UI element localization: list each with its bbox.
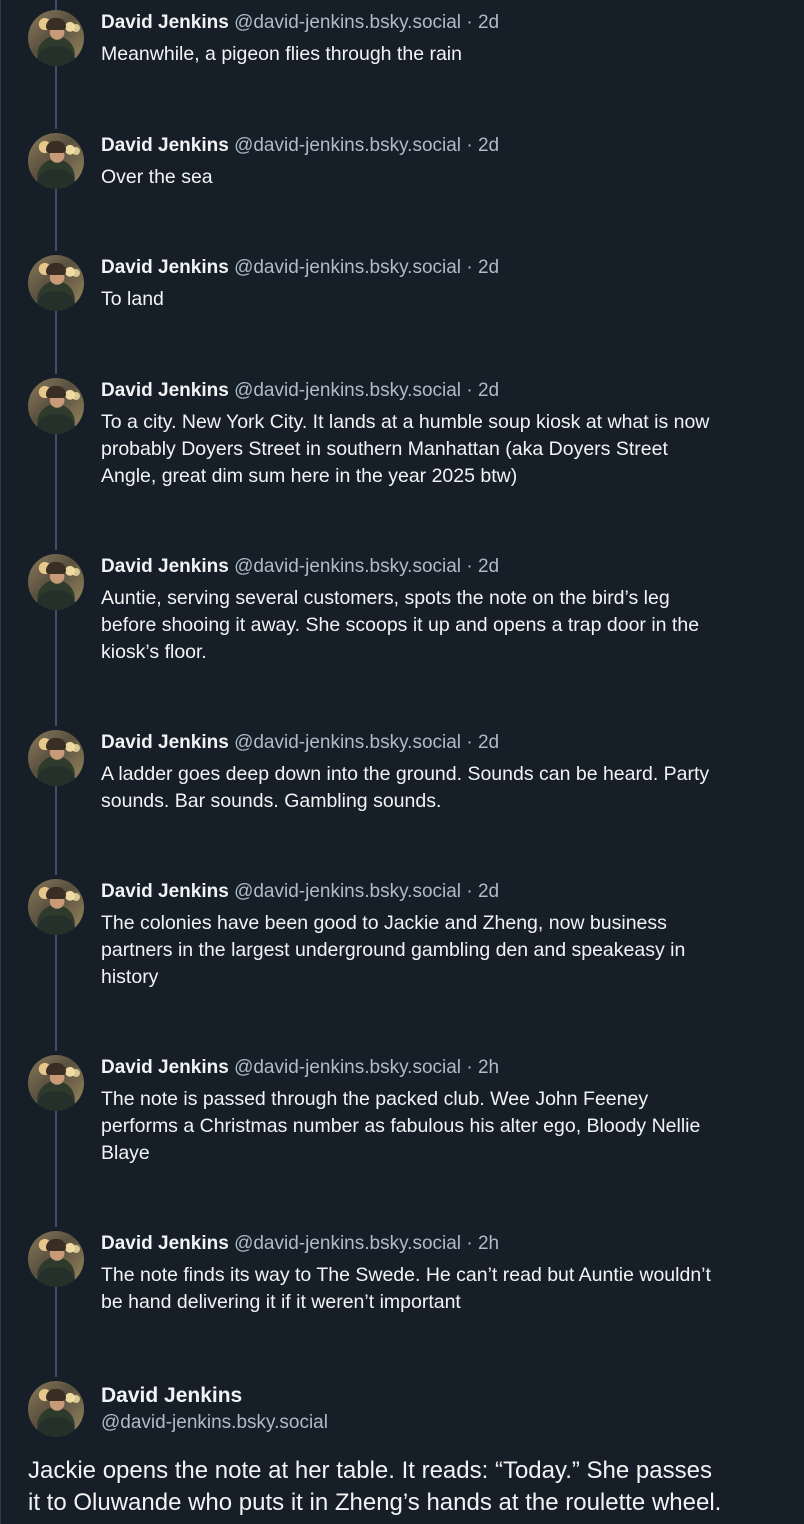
- author-handle[interactable]: @david-jenkins.bsky.social: [234, 135, 461, 156]
- separator-dot: ·: [466, 135, 473, 156]
- author-handle[interactable]: @david-jenkins.bsky.social: [234, 380, 461, 401]
- post-timestamp[interactable]: 2h: [478, 1057, 499, 1078]
- author-handle[interactable]: @david-jenkins.bsky.social: [101, 1411, 328, 1435]
- post-header: David Jenkins @david-jenkins.bsky.social…: [101, 880, 499, 904]
- thread-connector-line: [55, 1287, 57, 1377]
- post-text: Auntie, serving several customers, spots…: [101, 587, 700, 663]
- separator-dot: ·: [466, 881, 473, 902]
- post-header: David Jenkins @david-jenkins.bsky.social…: [101, 555, 499, 579]
- author-handle[interactable]: @david-jenkins.bsky.social: [234, 257, 461, 278]
- post-header: David Jenkins @david-jenkins.bsky.social…: [101, 1232, 499, 1256]
- avatar[interactable]: [28, 730, 84, 786]
- post-text: To land: [101, 288, 164, 310]
- author-name[interactable]: David Jenkins: [101, 12, 229, 33]
- thread-connector-line: [55, 434, 57, 550]
- post-text: The colonies have been good to Jackie an…: [101, 912, 686, 988]
- thread-connector-line: [55, 610, 57, 726]
- avatar[interactable]: [28, 133, 84, 189]
- thread-connector-line: [55, 189, 57, 251]
- separator-dot: ·: [466, 1057, 473, 1078]
- thread-connector-line: [55, 935, 57, 1051]
- post-text: Meanwhile, a pigeon flies through the ra…: [101, 43, 462, 65]
- separator-dot: ·: [466, 380, 473, 401]
- post-header: David Jenkins @david-jenkins.bsky.social…: [101, 1056, 499, 1080]
- author-name[interactable]: David Jenkins: [101, 135, 229, 156]
- author-name[interactable]: David Jenkins: [101, 881, 229, 902]
- author-handle[interactable]: @david-jenkins.bsky.social: [234, 12, 461, 33]
- post-thread: David Jenkins @david-jenkins.bsky.social…: [0, 0, 804, 1524]
- post-header: David Jenkins @david-jenkins.bsky.social…: [101, 731, 499, 755]
- post-timestamp[interactable]: 2d: [478, 881, 499, 902]
- post-text: The note finds its way to The Swede. He …: [101, 1264, 711, 1313]
- post-timestamp[interactable]: 2d: [478, 257, 499, 278]
- thread-connector-line: [55, 66, 57, 129]
- thread-connector-line: [55, 311, 57, 374]
- post-timestamp[interactable]: 2h: [478, 1233, 499, 1254]
- post-timestamp[interactable]: 2d: [478, 135, 499, 156]
- post-text: The note is passed through the packed cl…: [101, 1088, 701, 1164]
- post-timestamp[interactable]: 2d: [478, 12, 499, 33]
- avatar[interactable]: [28, 378, 84, 434]
- author-handle[interactable]: @david-jenkins.bsky.social: [234, 556, 461, 577]
- thread-connector-line: [55, 786, 57, 875]
- post-timestamp[interactable]: 2d: [478, 380, 499, 401]
- avatar[interactable]: [28, 1381, 84, 1437]
- author-handle[interactable]: @david-jenkins.bsky.social: [234, 732, 461, 753]
- post-text: To a city. New York City. It lands at a …: [101, 411, 710, 487]
- left-border: [0, 0, 1, 1524]
- thread-connector-line: [55, 0, 57, 10]
- separator-dot: ·: [466, 556, 473, 577]
- separator-dot: ·: [466, 1233, 473, 1254]
- separator-dot: ·: [466, 257, 473, 278]
- author-handle[interactable]: @david-jenkins.bsky.social: [234, 1057, 461, 1078]
- avatar[interactable]: [28, 10, 84, 66]
- avatar[interactable]: [28, 255, 84, 311]
- avatar[interactable]: [28, 554, 84, 610]
- post-text: A ladder goes deep down into the ground.…: [101, 763, 710, 812]
- author-name[interactable]: David Jenkins: [101, 257, 229, 278]
- author-name[interactable]: David Jenkins: [101, 1057, 229, 1078]
- post-text: Over the sea: [101, 166, 213, 188]
- post-text: Jackie opens the note at her table. It r…: [28, 1457, 722, 1516]
- author-name[interactable]: David Jenkins: [101, 1233, 229, 1254]
- avatar[interactable]: [28, 1231, 84, 1287]
- post-header: David Jenkins @david-jenkins.bsky.social…: [101, 134, 499, 158]
- thread-connector-line: [55, 1111, 57, 1227]
- author-name[interactable]: David Jenkins: [101, 556, 229, 577]
- post-header: David Jenkins @david-jenkins.bsky.social…: [101, 379, 499, 403]
- avatar[interactable]: [28, 1055, 84, 1111]
- author-name[interactable]: David Jenkins: [101, 380, 229, 401]
- post-header: David Jenkins @david-jenkins.bsky.social…: [101, 256, 499, 280]
- post-timestamp[interactable]: 2d: [478, 732, 499, 753]
- avatar[interactable]: [28, 879, 84, 935]
- author-name[interactable]: David Jenkins: [101, 732, 229, 753]
- post-header: David Jenkins @david-jenkins.bsky.social…: [101, 11, 499, 35]
- separator-dot: ·: [466, 732, 473, 753]
- author-name[interactable]: David Jenkins: [101, 1383, 242, 1409]
- separator-dot: ·: [466, 12, 473, 33]
- author-handle[interactable]: @david-jenkins.bsky.social: [234, 881, 461, 902]
- author-handle[interactable]: @david-jenkins.bsky.social: [234, 1233, 461, 1254]
- post-timestamp[interactable]: 2d: [478, 556, 499, 577]
